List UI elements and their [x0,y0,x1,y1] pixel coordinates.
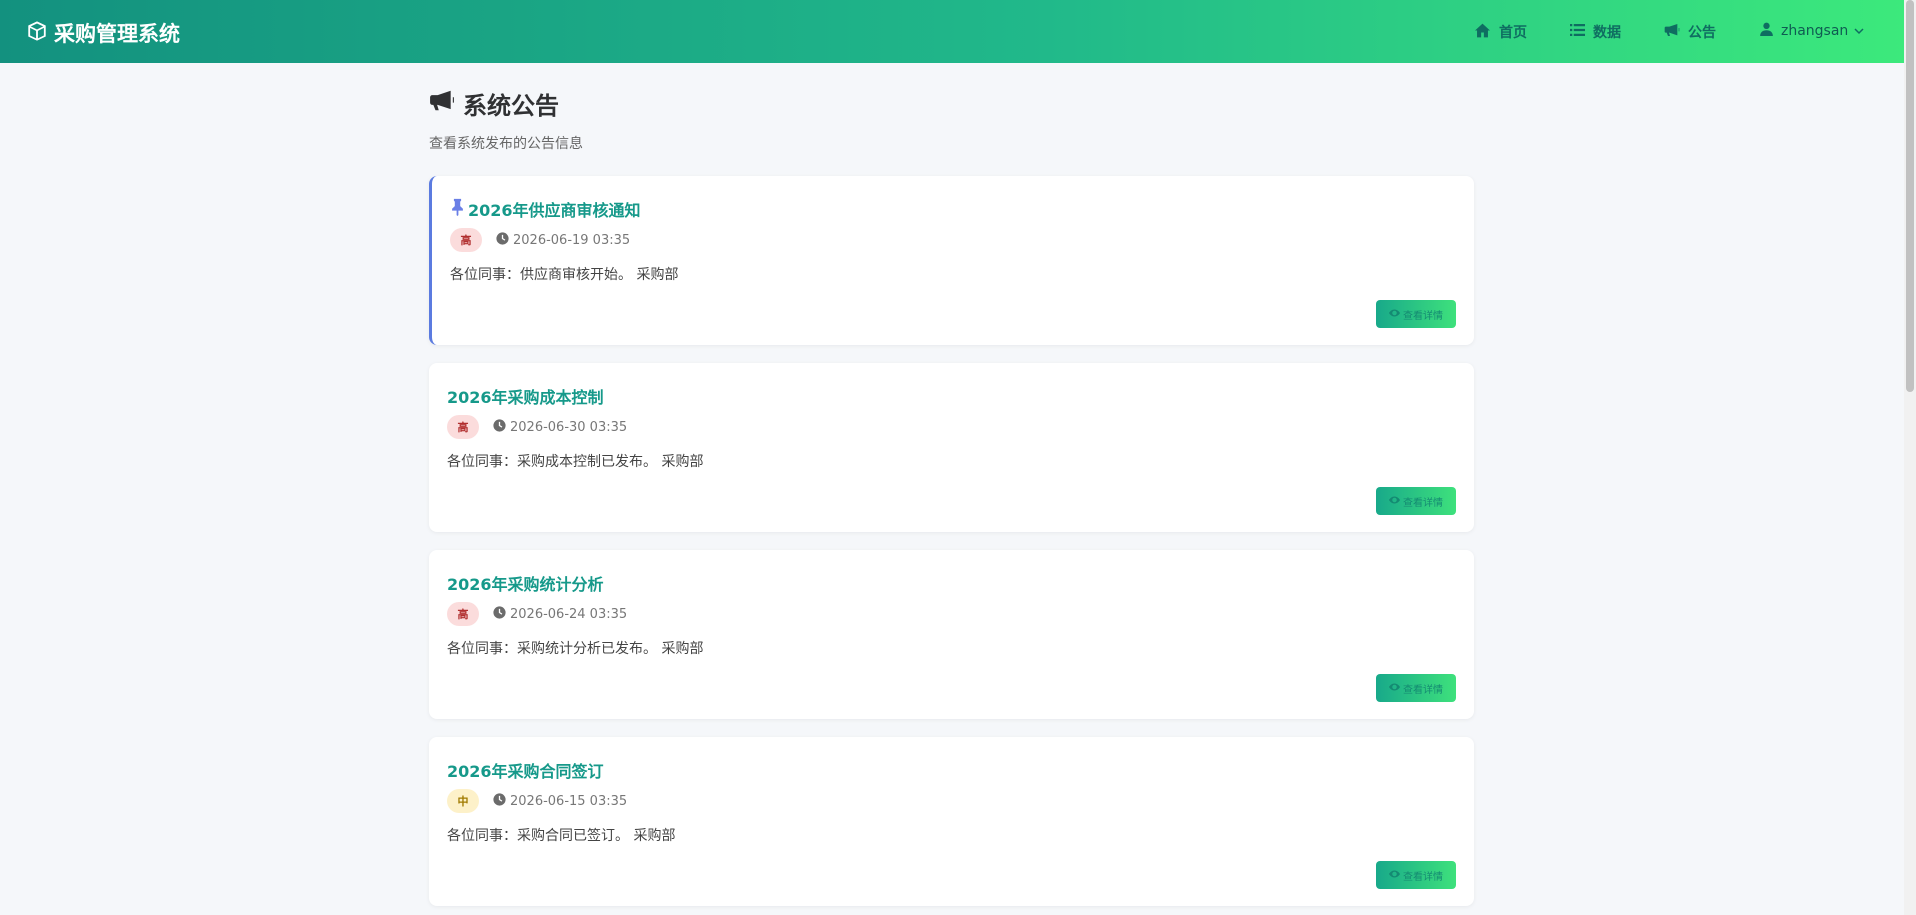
view-details-button[interactable]: 查看详情 [1376,300,1456,328]
page-title-text: 系统公告 [463,92,559,120]
page-title: 系统公告 [429,86,559,121]
priority-badge: 中 [447,789,479,813]
nav-data-label: 数据 [1593,25,1621,41]
clock-icon [493,418,510,436]
top-navbar: 采购管理系统 首页 数据 公告 zhangsan [0,0,1904,63]
priority-badge: 高 [447,415,479,439]
view-details-label: 查看详情 [1403,871,1443,883]
announcement-date: 2026-06-19 03:35 [496,231,631,249]
megaphone-icon [1664,23,1688,41]
scrollbar-thumb[interactable] [1906,0,1914,392]
announcement-title[interactable]: 2026年采购统计分析 [447,571,604,595]
view-details-button[interactable]: 查看详情 [1376,861,1456,889]
announcement-title-text: 2026年采购统计分析 [447,575,604,594]
announcement-meta: 高 2026-06-24 03:35 [447,602,627,626]
view-details-label: 查看详情 [1403,684,1443,696]
announcement-title-text: 2026年采购成本控制 [447,388,604,407]
announcement-content: 各位同事：采购合同已签订。 采购部 [447,828,676,844]
announcement-date-text: 2026-06-24 03:35 [510,606,628,622]
announcement-meta: 高 2026-06-30 03:35 [447,415,627,439]
announcement-date: 2026-06-24 03:35 [493,605,628,623]
view-details-label: 查看详情 [1403,497,1443,509]
announcement-title[interactable]: 2026年采购成本控制 [447,384,604,408]
user-menu[interactable]: zhangsan [1760,22,1872,40]
clock-icon [493,792,510,810]
brand-title: 采购管理系统 [54,22,180,46]
nav-data[interactable]: 数据 [1570,22,1621,42]
announcement-date-text: 2026-06-15 03:35 [510,793,628,809]
announcement-content: 各位同事：供应商审核开始。 采购部 [450,267,679,283]
cube-icon [26,20,54,47]
announcement-meta: 高 2026-06-19 03:35 [450,228,630,252]
home-icon [1474,23,1499,42]
eye-icon [1389,496,1403,507]
announcement-date-text: 2026-06-19 03:35 [513,232,631,248]
announcement-meta: 中 2026-06-15 03:35 [447,789,627,813]
announcement-content: 各位同事：采购统计分析已发布。 采购部 [447,641,704,657]
view-details-label: 查看详情 [1403,310,1443,322]
megaphone-icon [429,89,463,118]
clock-icon [493,605,510,623]
view-details-button[interactable]: 查看详情 [1376,674,1456,702]
vertical-scrollbar[interactable] [1904,0,1916,915]
username: zhangsan [1781,23,1849,39]
announcement-title-text: 2026年采购合同签订 [447,762,604,781]
announcement-card: 2026年采购合同签订 中 2026-06-15 03:35 各位同事：采购合同… [429,737,1474,906]
announcement-card: 2026年采购统计分析 高 2026-06-24 03:35 各位同事：采购统计… [429,550,1474,719]
nav-home-label: 首页 [1499,25,1527,41]
pin-icon [450,198,465,220]
eye-icon [1389,309,1403,320]
announcement-card: 2026年采购成本控制 高 2026-06-30 03:35 各位同事：采购成本… [429,363,1474,532]
announcement-date: 2026-06-15 03:35 [493,792,628,810]
chevron-down-icon [1854,23,1872,39]
eye-icon [1389,870,1403,881]
announcement-title-text: 2026年供应商审核通知 [468,201,641,220]
eye-icon [1389,683,1403,694]
list-icon [1570,23,1593,41]
nav-announcements[interactable]: 公告 [1664,22,1716,42]
announcement-title[interactable]: 2026年供应商审核通知 [450,197,641,221]
nav-announcements-label: 公告 [1688,25,1716,41]
user-icon [1760,22,1781,40]
announcement-title[interactable]: 2026年采购合同签订 [447,758,604,782]
announcement-content: 各位同事：采购成本控制已发布。 采购部 [447,454,704,470]
announcement-date: 2026-06-30 03:35 [493,418,628,436]
announcement-date-text: 2026-06-30 03:35 [510,419,628,435]
priority-badge: 高 [450,228,482,252]
nav-home[interactable]: 首页 [1474,22,1527,42]
page-subtitle: 查看系统发布的公告信息 [429,136,583,152]
priority-badge: 高 [447,602,479,626]
view-details-button[interactable]: 查看详情 [1376,487,1456,515]
brand[interactable]: 采购管理系统 [26,18,180,48]
announcement-card: 2026年供应商审核通知 高 2026-06-19 03:35 各位同事：供应商… [429,176,1474,345]
clock-icon [496,231,513,249]
